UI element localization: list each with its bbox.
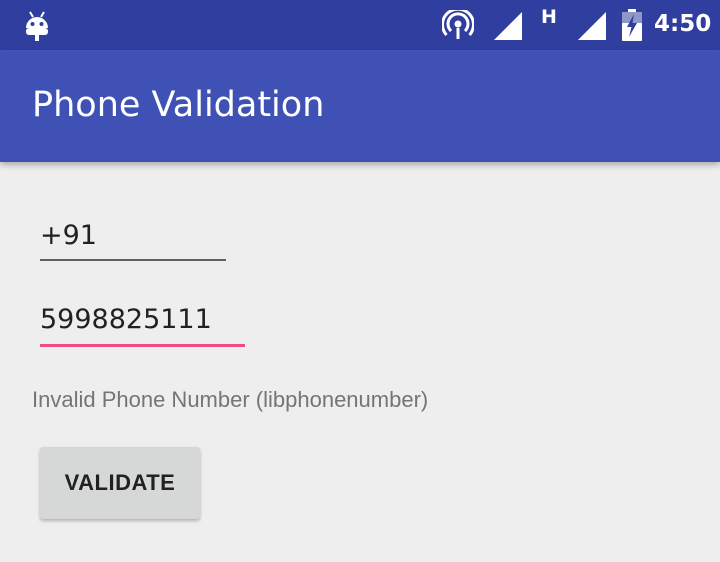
- network-type-badge: H: [541, 6, 557, 28]
- android-robot-icon: [24, 8, 50, 46]
- app-bar: Phone Validation: [0, 50, 720, 162]
- app-title: Phone Validation: [32, 85, 325, 125]
- phone-number-underline: [40, 344, 245, 347]
- clock: 4:50: [654, 11, 712, 37]
- status-bar: H 4:50: [0, 0, 720, 50]
- validate-button[interactable]: VALIDATE: [40, 447, 200, 519]
- battery-charging-icon: [622, 9, 642, 45]
- signal-icon: [492, 11, 524, 45]
- validation-result-text: Invalid Phone Number (libphonenumber): [32, 387, 429, 412]
- country-code-value: +91: [40, 220, 97, 251]
- country-code-underline: [40, 259, 226, 261]
- hotspot-icon: [441, 7, 475, 44]
- signal-icon: [576, 11, 608, 45]
- phone-number-value: 5998825111: [40, 304, 212, 335]
- country-code-input[interactable]: +91: [40, 220, 226, 264]
- phone-number-input[interactable]: 5998825111: [40, 304, 245, 350]
